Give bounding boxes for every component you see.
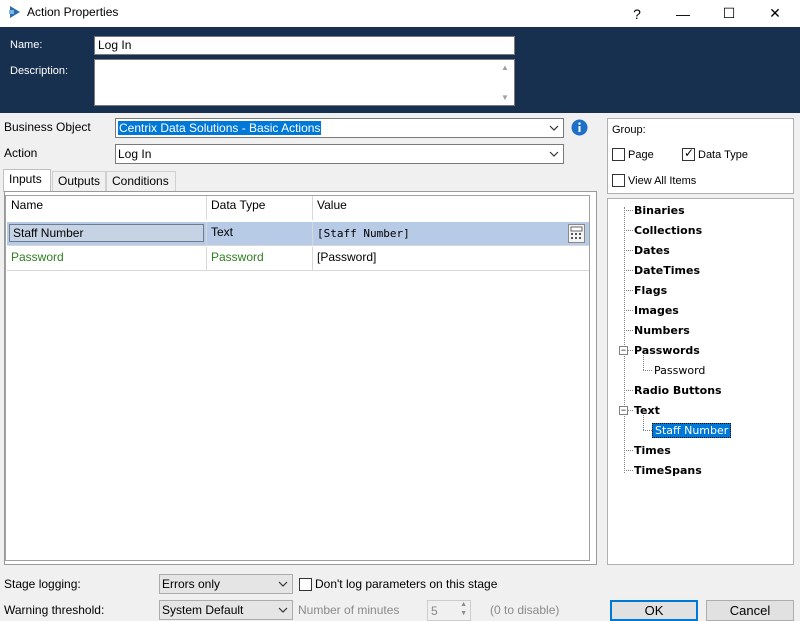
- action-select[interactable]: Log In: [115, 144, 564, 164]
- tree-item-staff-number[interactable]: Staff Number: [652, 423, 732, 438]
- column-header-datatype[interactable]: Data Type: [207, 196, 313, 220]
- scroll-up-icon[interactable]: ▲: [501, 63, 509, 72]
- tree-item-text[interactable]: Text: [634, 404, 660, 417]
- description-scrollbar[interactable]: ▲ ▼: [498, 60, 514, 105]
- dont-log-label[interactable]: Don't log parameters on this stage: [315, 577, 497, 591]
- tree-item-timespans[interactable]: TimeSpans: [634, 464, 702, 477]
- description-label: Description:: [10, 65, 69, 77]
- description-field[interactable]: ▲ ▼: [94, 59, 515, 106]
- cancel-button[interactable]: Cancel: [706, 600, 794, 621]
- maximize-button[interactable]: ☐: [706, 0, 752, 27]
- info-icon[interactable]: [571, 119, 588, 136]
- business-object-label: Business Object: [4, 120, 91, 134]
- chevron-down-icon: [549, 151, 559, 157]
- minutes-stepper[interactable]: 5 ▲ ▼: [427, 600, 471, 621]
- stage-logging-value: Errors only: [162, 577, 221, 591]
- chevron-down-icon: [549, 125, 559, 131]
- business-object-select[interactable]: Centrix Data Solutions - Basic Actions: [115, 118, 564, 138]
- scroll-down-icon[interactable]: ▼: [501, 93, 509, 102]
- tree-item-times[interactable]: Times: [634, 444, 671, 457]
- stage-logging-label: Stage logging:: [4, 577, 81, 591]
- row-type-cell: Password: [207, 247, 313, 271]
- window-title: Action Properties: [27, 5, 119, 19]
- row-value-cell[interactable]: [Password]: [313, 247, 589, 271]
- action-value: Log In: [118, 147, 152, 161]
- tab-outputs[interactable]: Outputs: [52, 171, 106, 191]
- title-bar: Action Properties ? — ☐ ✕: [0, 0, 800, 27]
- action-label: Action: [4, 146, 38, 160]
- table-row[interactable]: Staff Number: [7, 222, 207, 246]
- tree-item-password[interactable]: Password: [654, 364, 705, 377]
- row-name-cell[interactable]: Staff Number: [9, 224, 204, 242]
- viewall-checkbox[interactable]: [612, 174, 625, 187]
- datatype-checkbox[interactable]: [682, 146, 695, 161]
- data-items-tree: Binaries Collections Dates DateTimes Fla…: [607, 198, 794, 565]
- help-button[interactable]: ?: [614, 0, 660, 27]
- viewall-checkbox-label[interactable]: View All Items: [628, 175, 696, 187]
- datatype-checkbox-label[interactable]: Data Type: [698, 149, 748, 161]
- warning-threshold-select[interactable]: System Default: [159, 600, 293, 620]
- app-icon: [9, 6, 20, 18]
- minutes-value: 5: [431, 604, 438, 618]
- name-field[interactable]: Log In: [94, 36, 515, 55]
- minutes-label: Number of minutes: [298, 603, 400, 617]
- tree-item-numbers[interactable]: Numbers: [634, 324, 690, 337]
- ok-button[interactable]: OK: [610, 600, 698, 621]
- group-label: Group:: [612, 124, 646, 136]
- page-checkbox-label[interactable]: Page: [628, 149, 654, 161]
- stage-logging-select[interactable]: Errors only: [159, 574, 293, 594]
- row-name-cell[interactable]: Password: [7, 247, 207, 271]
- chevron-down-icon: [278, 607, 288, 613]
- tree-item-datetimes[interactable]: DateTimes: [634, 264, 700, 277]
- page-checkbox[interactable]: [612, 148, 625, 161]
- business-object-value: Centrix Data Solutions - Basic Actions: [118, 121, 322, 135]
- row-value-cell[interactable]: [Staff Number]: [313, 222, 589, 246]
- dont-log-checkbox[interactable]: [299, 578, 312, 591]
- tree-item-binaries[interactable]: Binaries: [634, 204, 685, 217]
- chevron-down-icon: [278, 581, 288, 587]
- collapse-icon[interactable]: −: [619, 406, 628, 415]
- stepper-up-icon[interactable]: ▲: [460, 601, 467, 608]
- tree-item-images[interactable]: Images: [634, 304, 679, 317]
- warning-threshold-value: System Default: [162, 603, 244, 617]
- disable-hint: (0 to disable): [490, 603, 560, 617]
- warning-threshold-label: Warning threshold:: [4, 603, 105, 617]
- calculator-icon[interactable]: [568, 224, 585, 243]
- tree-item-radio-buttons[interactable]: Radio Buttons: [634, 384, 722, 397]
- stepper-down-icon[interactable]: ▼: [460, 610, 467, 617]
- tab-conditions[interactable]: Conditions: [106, 171, 176, 191]
- minimize-button[interactable]: —: [660, 0, 706, 27]
- tab-inputs[interactable]: Inputs: [3, 169, 51, 192]
- row-type-cell: Text: [207, 222, 313, 246]
- tree-item-dates[interactable]: Dates: [634, 244, 670, 257]
- tree-item-flags[interactable]: Flags: [634, 284, 667, 297]
- tree-item-passwords[interactable]: Passwords: [634, 344, 700, 357]
- column-header-name[interactable]: Name: [7, 196, 207, 220]
- collapse-icon[interactable]: −: [619, 346, 628, 355]
- close-button[interactable]: ✕: [752, 0, 798, 27]
- tree-item-collections[interactable]: Collections: [634, 224, 702, 237]
- name-label: Name:: [10, 39, 43, 51]
- column-header-value[interactable]: Value: [313, 196, 589, 220]
